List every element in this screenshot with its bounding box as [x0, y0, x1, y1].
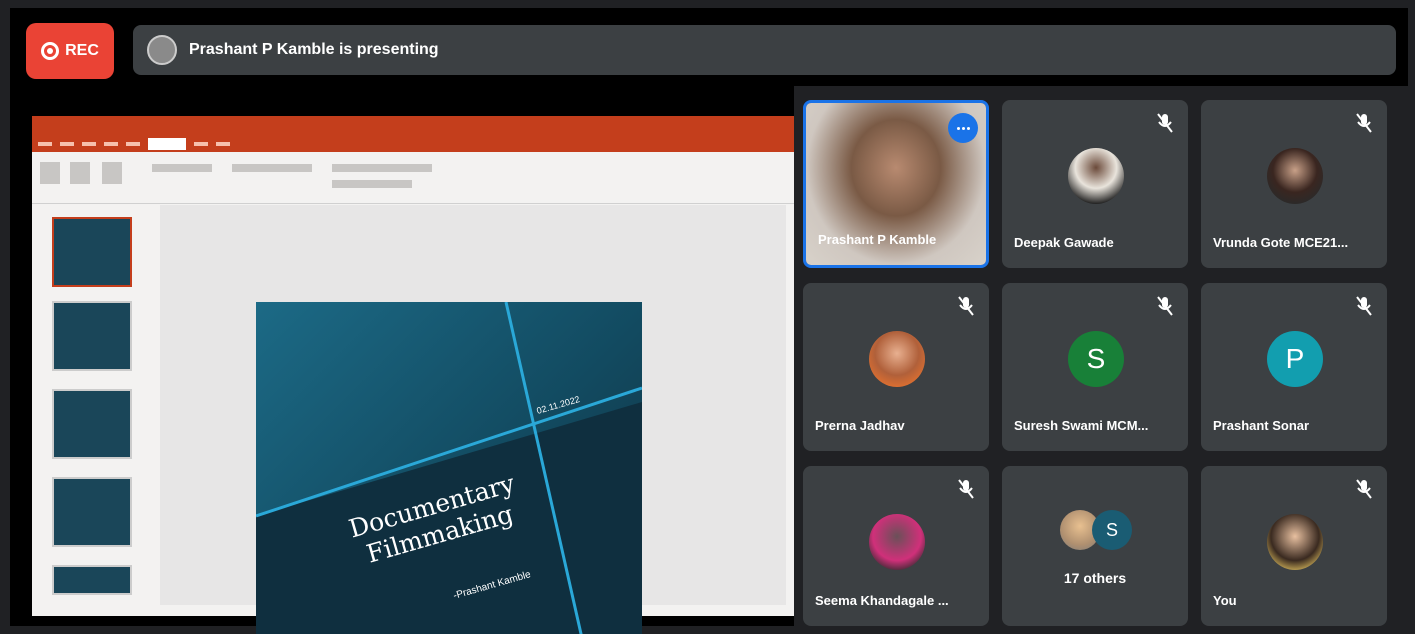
others-tile[interactable]: S 17 others: [1002, 466, 1188, 626]
ppt-tab: [126, 142, 140, 146]
participant-tile[interactable]: Vrunda Gote MCE21...: [1201, 100, 1387, 268]
participant-photo: [869, 331, 925, 387]
participant-photo: [1267, 514, 1323, 570]
mic-off-icon: [958, 296, 974, 316]
self-tile[interactable]: You: [1201, 466, 1387, 626]
participant-name: Vrunda Gote MCE21...: [1213, 235, 1349, 250]
presenting-text: Prashant P Kamble is presenting: [189, 41, 439, 58]
participant-photo: [869, 514, 925, 570]
ppt-tab: [82, 142, 96, 146]
others-avatar-group: S: [1060, 510, 1140, 550]
ribbon-control: [152, 164, 212, 172]
ribbon-button: [102, 162, 122, 184]
slide-thumbnails-pane: [32, 205, 152, 605]
mic-off-icon: [1356, 296, 1372, 316]
participant-name: Prashant P Kamble: [818, 232, 937, 247]
participant-name: Suresh Swami MCM...: [1014, 418, 1149, 433]
ppt-tab: [104, 142, 118, 146]
participant-name: Deepak Gawade: [1014, 235, 1114, 250]
presenting-banner: Prashant P Kamble is presenting: [133, 25, 1396, 75]
participant-tile[interactable]: Seema Khandagale ...: [803, 466, 989, 626]
presentation-area: Documentary Filmmaking -Prashant Kamble …: [10, 86, 794, 634]
ribbon-control: [232, 164, 312, 172]
participant-photo: [1068, 148, 1124, 204]
ribbon-button: [40, 162, 60, 184]
mic-off-icon: [1157, 296, 1173, 316]
participant-name: Seema Khandagale ...: [815, 593, 949, 608]
recording-indicator[interactable]: REC: [26, 23, 114, 79]
mic-off-icon: [1157, 113, 1173, 133]
ppt-ribbon: [32, 152, 794, 204]
slide-thumbnail: [52, 301, 132, 371]
ppt-title-bar: [32, 116, 794, 136]
ribbon-control: [332, 180, 412, 188]
mic-off-icon: [1356, 479, 1372, 499]
slide-thumbnail: [52, 217, 132, 287]
participant-tile[interactable]: Prerna Jadhav: [803, 283, 989, 451]
ribbon-button: [70, 162, 90, 184]
others-letter-avatar: S: [1092, 510, 1132, 550]
ppt-tab: [194, 142, 208, 146]
slide-background-shapes: [256, 302, 642, 634]
participant-tile[interactable]: S Suresh Swami MCM...: [1002, 283, 1188, 451]
ppt-tab-active: [148, 138, 186, 150]
slide-thumbnail: [52, 477, 132, 547]
rec-label: REC: [65, 42, 99, 59]
ppt-tab: [216, 142, 230, 146]
participant-tile[interactable]: Deepak Gawade: [1002, 100, 1188, 268]
mic-off-icon: [1356, 113, 1372, 133]
slide-thumbnail: [52, 389, 132, 459]
top-bar: REC Prashant P Kamble is presenting: [10, 8, 1408, 86]
participant-avatar: P: [1267, 331, 1323, 387]
others-count: 17 others: [1063, 570, 1127, 586]
ppt-tab: [38, 142, 52, 146]
participant-photo: [1267, 148, 1323, 204]
slide-thumbnail: [52, 565, 132, 595]
participant-name: You: [1213, 593, 1237, 608]
mic-off-icon: [958, 479, 974, 499]
record-icon: [41, 42, 60, 60]
audio-level-icon: [948, 113, 978, 143]
participant-name: Prashant Sonar: [1213, 418, 1310, 433]
current-slide: Documentary Filmmaking -Prashant Kamble …: [256, 302, 642, 634]
ribbon-control: [332, 164, 432, 172]
participant-tile[interactable]: Prashant P Kamble: [803, 100, 989, 268]
participant-name: Prerna Jadhav: [815, 418, 905, 433]
participant-tile[interactable]: P Prashant Sonar: [1201, 283, 1387, 451]
participant-avatar: S: [1068, 331, 1124, 387]
ppt-tab: [60, 142, 74, 146]
presenter-avatar: [147, 35, 177, 65]
ppt-ribbon-tabs: [32, 136, 794, 152]
